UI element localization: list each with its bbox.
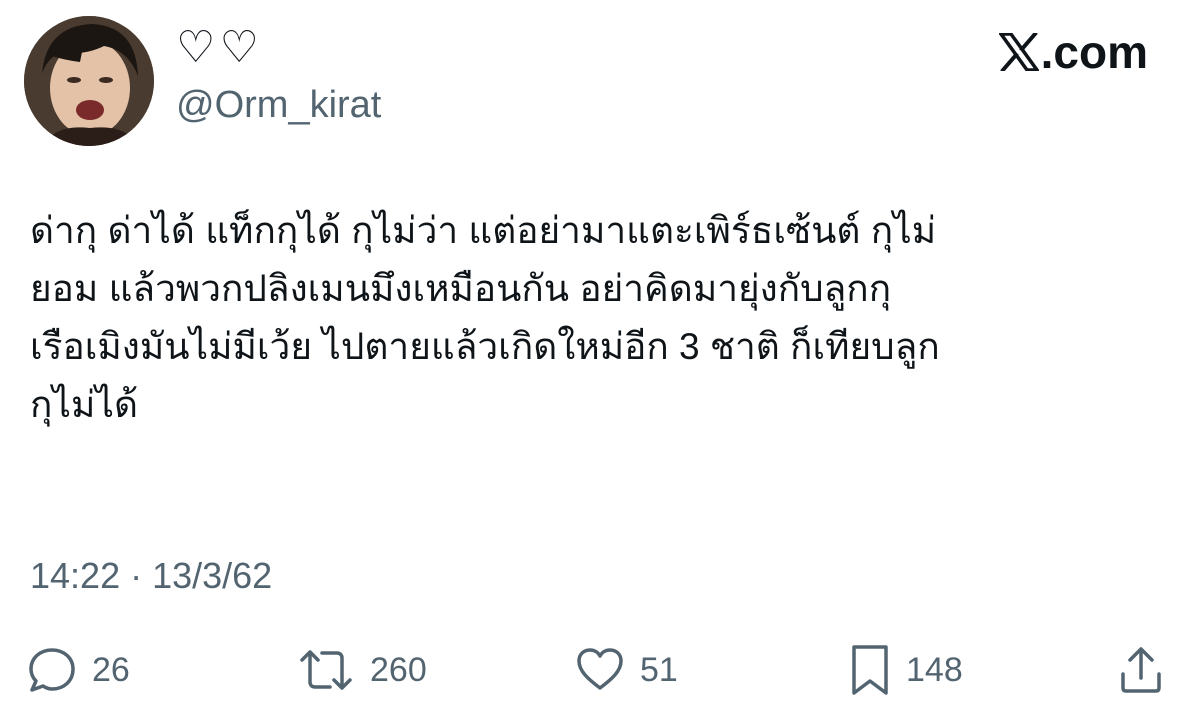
bookmark-count: 148 (906, 651, 963, 689)
share-button[interactable] (1118, 640, 1164, 700)
like-button[interactable]: 51 (574, 640, 678, 700)
brand-text: .com (1040, 26, 1148, 78)
retweet-count: 260 (370, 651, 427, 689)
bookmark-icon (852, 645, 888, 695)
brand-watermark: .com (998, 24, 1148, 80)
avatar-image (24, 16, 154, 146)
avatar[interactable] (24, 16, 154, 146)
retweet-button[interactable]: 260 (296, 640, 427, 700)
x-logo-icon (998, 33, 1039, 71)
display-name[interactable]: ♡♡ (176, 22, 263, 74)
tweet-text: ด่ากุ ด่าได้ แท็กกุได้ กุไม่ว่า แต่อย่าม… (30, 210, 940, 425)
reply-count: 26 (92, 651, 130, 689)
user-handle[interactable]: @Orm_kirat (176, 82, 381, 128)
action-bar: 26 260 51 148 (0, 640, 1200, 700)
share-icon (1121, 647, 1161, 693)
bookmark-button[interactable]: 148 (848, 640, 963, 700)
reply-icon (29, 648, 75, 692)
retweet-icon (300, 650, 352, 690)
like-count: 51 (640, 651, 678, 689)
tweet-timestamp[interactable]: 14:22 · 13/3/62 (30, 554, 272, 598)
heart-icon (577, 648, 623, 690)
reply-button[interactable]: 26 (26, 640, 130, 700)
